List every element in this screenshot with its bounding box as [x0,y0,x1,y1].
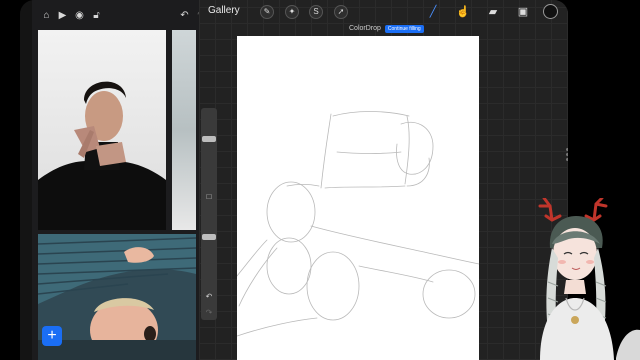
top-toolbar: Gallery ✎ ✦ S ➚ ╱ ☝ ▰ ▣ [199,0,568,24]
reference-photo-man-turtleneck[interactable] [38,30,166,230]
edge-dot [566,158,568,161]
reference-photo-partial[interactable] [172,30,196,230]
edge-dot [566,153,568,156]
continue-filling-button[interactable]: Continue filling [384,24,424,33]
add-reference-button[interactable]: + [42,326,62,346]
canvas-edge-indicators [566,148,568,168]
brush-icon[interactable]: ╱ [426,5,440,19]
magic-wand-icon[interactable]: ✦ [285,5,299,19]
sidebar-undo-icon[interactable]: ↶ [204,292,214,302]
wrench-icon[interactable]: ✎ [260,5,274,19]
brush-opacity-slider[interactable] [202,234,216,240]
eye-icon[interactable]: ◉ [73,9,86,22]
layers-icon[interactable]: ▣ [516,5,530,19]
edge-dot [566,148,568,151]
eyedropper-button[interactable]: □ [204,192,214,202]
drawing-canvas[interactable] [236,36,480,360]
colordrop-label: ColorDrop [349,25,381,32]
sidebar-redo-icon[interactable]: ↷ [204,308,214,318]
undo-icon[interactable]: ↶ [178,9,191,22]
color-picker-swatch[interactable] [543,4,558,19]
brush-sidebar: □ ↶ ↷ [201,108,217,320]
ipad-device: ⌂ ▶ ◉ 🔓︎ ↶ ↷ [20,0,568,360]
vtuber-avatar [530,196,640,360]
reference-toolbar: ⌂ ▶ ◉ 🔓︎ ↶ ↷ [32,6,217,26]
procreate-workspace: Gallery ✎ ✦ S ➚ ╱ ☝ ▰ ▣ ColorDrop Contin… [199,0,568,360]
eraser-icon[interactable]: ▰ [486,5,500,19]
reference-panel: ⌂ ▶ ◉ 🔓︎ ↶ ↷ [32,0,218,360]
home-icon[interactable]: ⌂ [40,9,53,22]
transform-icon[interactable]: ➚ [334,5,348,19]
screen: ⌂ ▶ ◉ 🔓︎ ↶ ↷ [0,0,640,360]
gallery-button[interactable]: Gallery [208,5,240,16]
brush-size-slider[interactable] [202,136,216,142]
selection-icon[interactable]: S [309,5,323,19]
smudge-icon[interactable]: ☝ [456,5,470,19]
play-icon[interactable]: ▶ [56,9,69,22]
colordrop-bar: ColorDrop Continue filling [349,23,424,34]
lock-icon[interactable]: 🔓︎ [90,9,103,22]
